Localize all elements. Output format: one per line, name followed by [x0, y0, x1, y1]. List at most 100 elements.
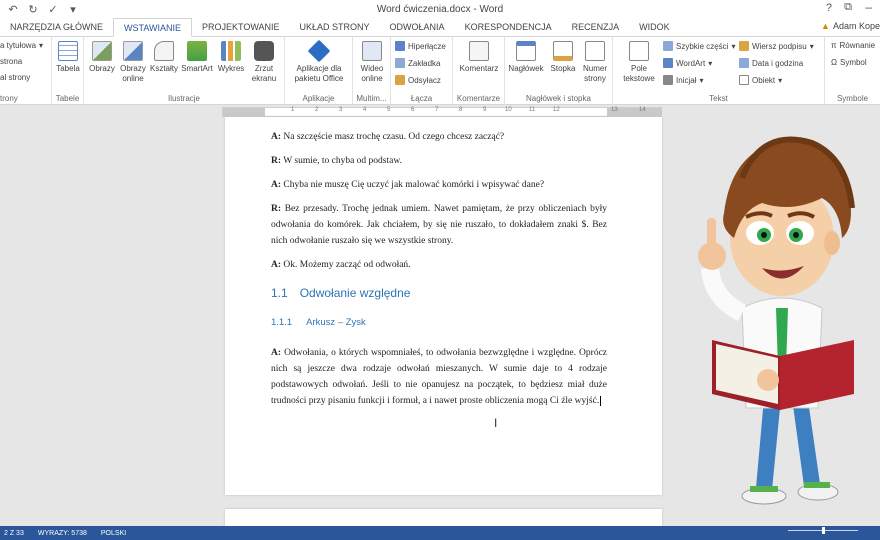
- tab-insert[interactable]: WSTAWIANIE: [113, 18, 193, 37]
- minimize-button[interactable]: –: [865, 0, 872, 14]
- cross-reference-button[interactable]: Odsyłacz: [395, 75, 441, 85]
- online-video-label-2: online: [361, 74, 383, 83]
- group-pages: a tytułowa ▾ strona al strony trony: [0, 37, 52, 105]
- office-store-icon: [307, 39, 331, 63]
- ruler-number: 4: [363, 107, 367, 113]
- document-page[interactable]: A: Na szczęście masz trochę czasu. Od cz…: [225, 117, 662, 495]
- spelling-icon[interactable]: ✓: [46, 3, 60, 16]
- bookmark-label: Zakładka: [408, 58, 441, 68]
- page-number-button[interactable]: Numer strony: [579, 41, 611, 84]
- blank-page-label: strona: [0, 57, 23, 66]
- heading-2[interactable]: 1.1.1 Arkusz – Zysk: [271, 315, 607, 331]
- online-video-button[interactable]: Wideo online: [356, 41, 388, 84]
- wordart-button[interactable]: WordArt ▾: [663, 58, 712, 68]
- paragraph[interactable]: R: Bez przesady. Trochę jednak umiem. Na…: [271, 201, 607, 249]
- comment-button[interactable]: Komentarz: [457, 41, 501, 74]
- paragraph[interactable]: A: Na szczęście masz trochę czasu. Od cz…: [271, 129, 607, 145]
- undo-icon[interactable]: ↶: [6, 3, 20, 16]
- screenshot-label-1: Zrzut: [254, 64, 274, 73]
- pictures-button[interactable]: Obrazy: [88, 41, 116, 74]
- tab-references[interactable]: ODWOŁANIA: [380, 19, 455, 36]
- tab-layout[interactable]: UKŁAD STRONY: [290, 19, 380, 36]
- tab-review[interactable]: RECENZJA: [562, 19, 630, 36]
- object-button[interactable]: Obiekt ▾: [739, 75, 782, 85]
- heading-number: 1.1: [271, 286, 288, 300]
- hyperlink-icon: [395, 41, 405, 51]
- text-box-button[interactable]: Pole tekstowe: [617, 41, 661, 84]
- drop-cap-icon: [663, 75, 673, 85]
- bookmark-icon: [395, 58, 405, 68]
- office-apps-label-1: Aplikacje dla: [296, 64, 342, 73]
- drop-cap-button[interactable]: Inicjał ▾: [663, 75, 703, 85]
- page-number-icon: [585, 41, 605, 61]
- zoom-slider-thumb[interactable]: [822, 527, 825, 534]
- online-pictures-button[interactable]: Obrazy online: [118, 41, 148, 84]
- status-bar: 2 Z 33 WYRAZY: 5738 POLSKI: [0, 526, 880, 540]
- header-button[interactable]: Nagłówek: [507, 41, 545, 74]
- paragraph[interactable]: R: W sumie, to chyba od podstaw.: [271, 153, 607, 169]
- object-icon: [739, 75, 749, 85]
- smartart-button[interactable]: SmartArt: [180, 41, 214, 74]
- signature-line-button[interactable]: Wiersz podpisu ▾: [739, 41, 814, 51]
- speaker-label: A:: [271, 260, 282, 270]
- group-text-label: Tekst: [709, 94, 728, 103]
- tab-home[interactable]: NARZĘDZIA GŁÓWNE: [0, 19, 113, 36]
- ribbon-display-options-icon[interactable]: ⧉: [844, 1, 852, 14]
- heading-1[interactable]: 1.1 Odwołanie względne: [271, 285, 607, 301]
- group-comments: Komentarz Komentarze: [453, 37, 505, 105]
- paragraph[interactable]: A: Chyba nie muszę Cię uczyć jak malować…: [271, 177, 607, 193]
- blank-page-button[interactable]: strona: [0, 57, 22, 66]
- online-picture-icon: [123, 41, 143, 61]
- calendar-icon: [739, 58, 749, 68]
- group-symbols: π Równanie Ω Symbol Symbole: [825, 37, 880, 105]
- shapes-button[interactable]: Kształty: [148, 41, 180, 74]
- speaker-label: A:: [271, 348, 282, 358]
- document-body[interactable]: A: Na szczęście masz trochę czasu. Od cz…: [271, 129, 607, 417]
- footer-button[interactable]: Stopka: [547, 41, 579, 74]
- table-button[interactable]: Tabela: [54, 41, 82, 74]
- group-apps-label: Aplikacje: [302, 94, 335, 103]
- cross-reference-icon: [395, 75, 405, 85]
- tab-design[interactable]: PROJEKTOWANIE: [192, 19, 290, 36]
- paragraph[interactable]: A: Odwołania, o których wspomniałeś, to …: [271, 345, 607, 409]
- table-label: Tabela: [56, 64, 80, 73]
- user-account[interactable]: ▲ Adam Kope: [821, 21, 880, 31]
- cover-page-button[interactable]: a tytułowa ▾: [0, 41, 43, 50]
- customize-qat-icon[interactable]: ▾: [66, 3, 80, 16]
- screenshot-button[interactable]: Zrzut ekranu: [248, 41, 280, 84]
- pi-icon: π: [831, 41, 837, 50]
- ruler-number: 14: [639, 107, 646, 113]
- equation-label: Równanie: [839, 41, 876, 50]
- video-icon: [362, 41, 382, 61]
- word-count[interactable]: WYRAZY: 5738: [38, 530, 87, 537]
- language-indicator[interactable]: POLSKI: [101, 530, 126, 537]
- page-indicator[interactable]: 2 Z 33: [4, 530, 24, 537]
- chart-icon: [221, 41, 241, 61]
- camera-icon: [254, 41, 274, 61]
- shapes-icon: [154, 41, 174, 61]
- page-break-button[interactable]: al strony: [0, 73, 30, 82]
- tab-mailings[interactable]: KORESPONDENCJA: [455, 19, 562, 36]
- date-time-button[interactable]: Data i godzina: [739, 58, 803, 68]
- redo-icon[interactable]: ↻: [26, 3, 40, 16]
- horizontal-ruler[interactable]: 1 2 3 4 5 6 7 8 9 10 11 12 13 14: [222, 107, 662, 117]
- symbol-button[interactable]: Ω Symbol: [831, 58, 867, 67]
- equation-button[interactable]: π Równanie: [831, 41, 875, 50]
- tab-view[interactable]: WIDOK: [629, 19, 680, 36]
- header-label: Nagłówek: [508, 64, 544, 73]
- office-apps-button[interactable]: Aplikacje dla pakietu Office: [289, 39, 349, 84]
- zoom-slider[interactable]: [788, 527, 858, 534]
- bookmark-button[interactable]: Zakładka: [395, 58, 440, 68]
- chart-button[interactable]: Wykres: [216, 41, 246, 74]
- help-button[interactable]: ?: [826, 2, 832, 14]
- hyperlink-button[interactable]: Hiperłącze: [395, 41, 446, 51]
- smartart-label: SmartArt: [181, 64, 213, 73]
- paragraph-text: Odwołania, o których wspomniałeś, to odw…: [271, 348, 607, 406]
- signature-icon: [739, 41, 749, 51]
- quick-parts-button[interactable]: Szybkie części ▾: [663, 41, 735, 51]
- wordart-icon: [663, 58, 673, 68]
- date-time-label: Data i godzina: [752, 58, 804, 68]
- paragraph-text: Bez przesady. Trochę jednak umiem. Nawet…: [271, 204, 608, 246]
- paragraph[interactable]: A: Ok. Możemy zacząć od odwołań.: [271, 257, 607, 273]
- group-comments-label: Komentarze: [456, 94, 501, 103]
